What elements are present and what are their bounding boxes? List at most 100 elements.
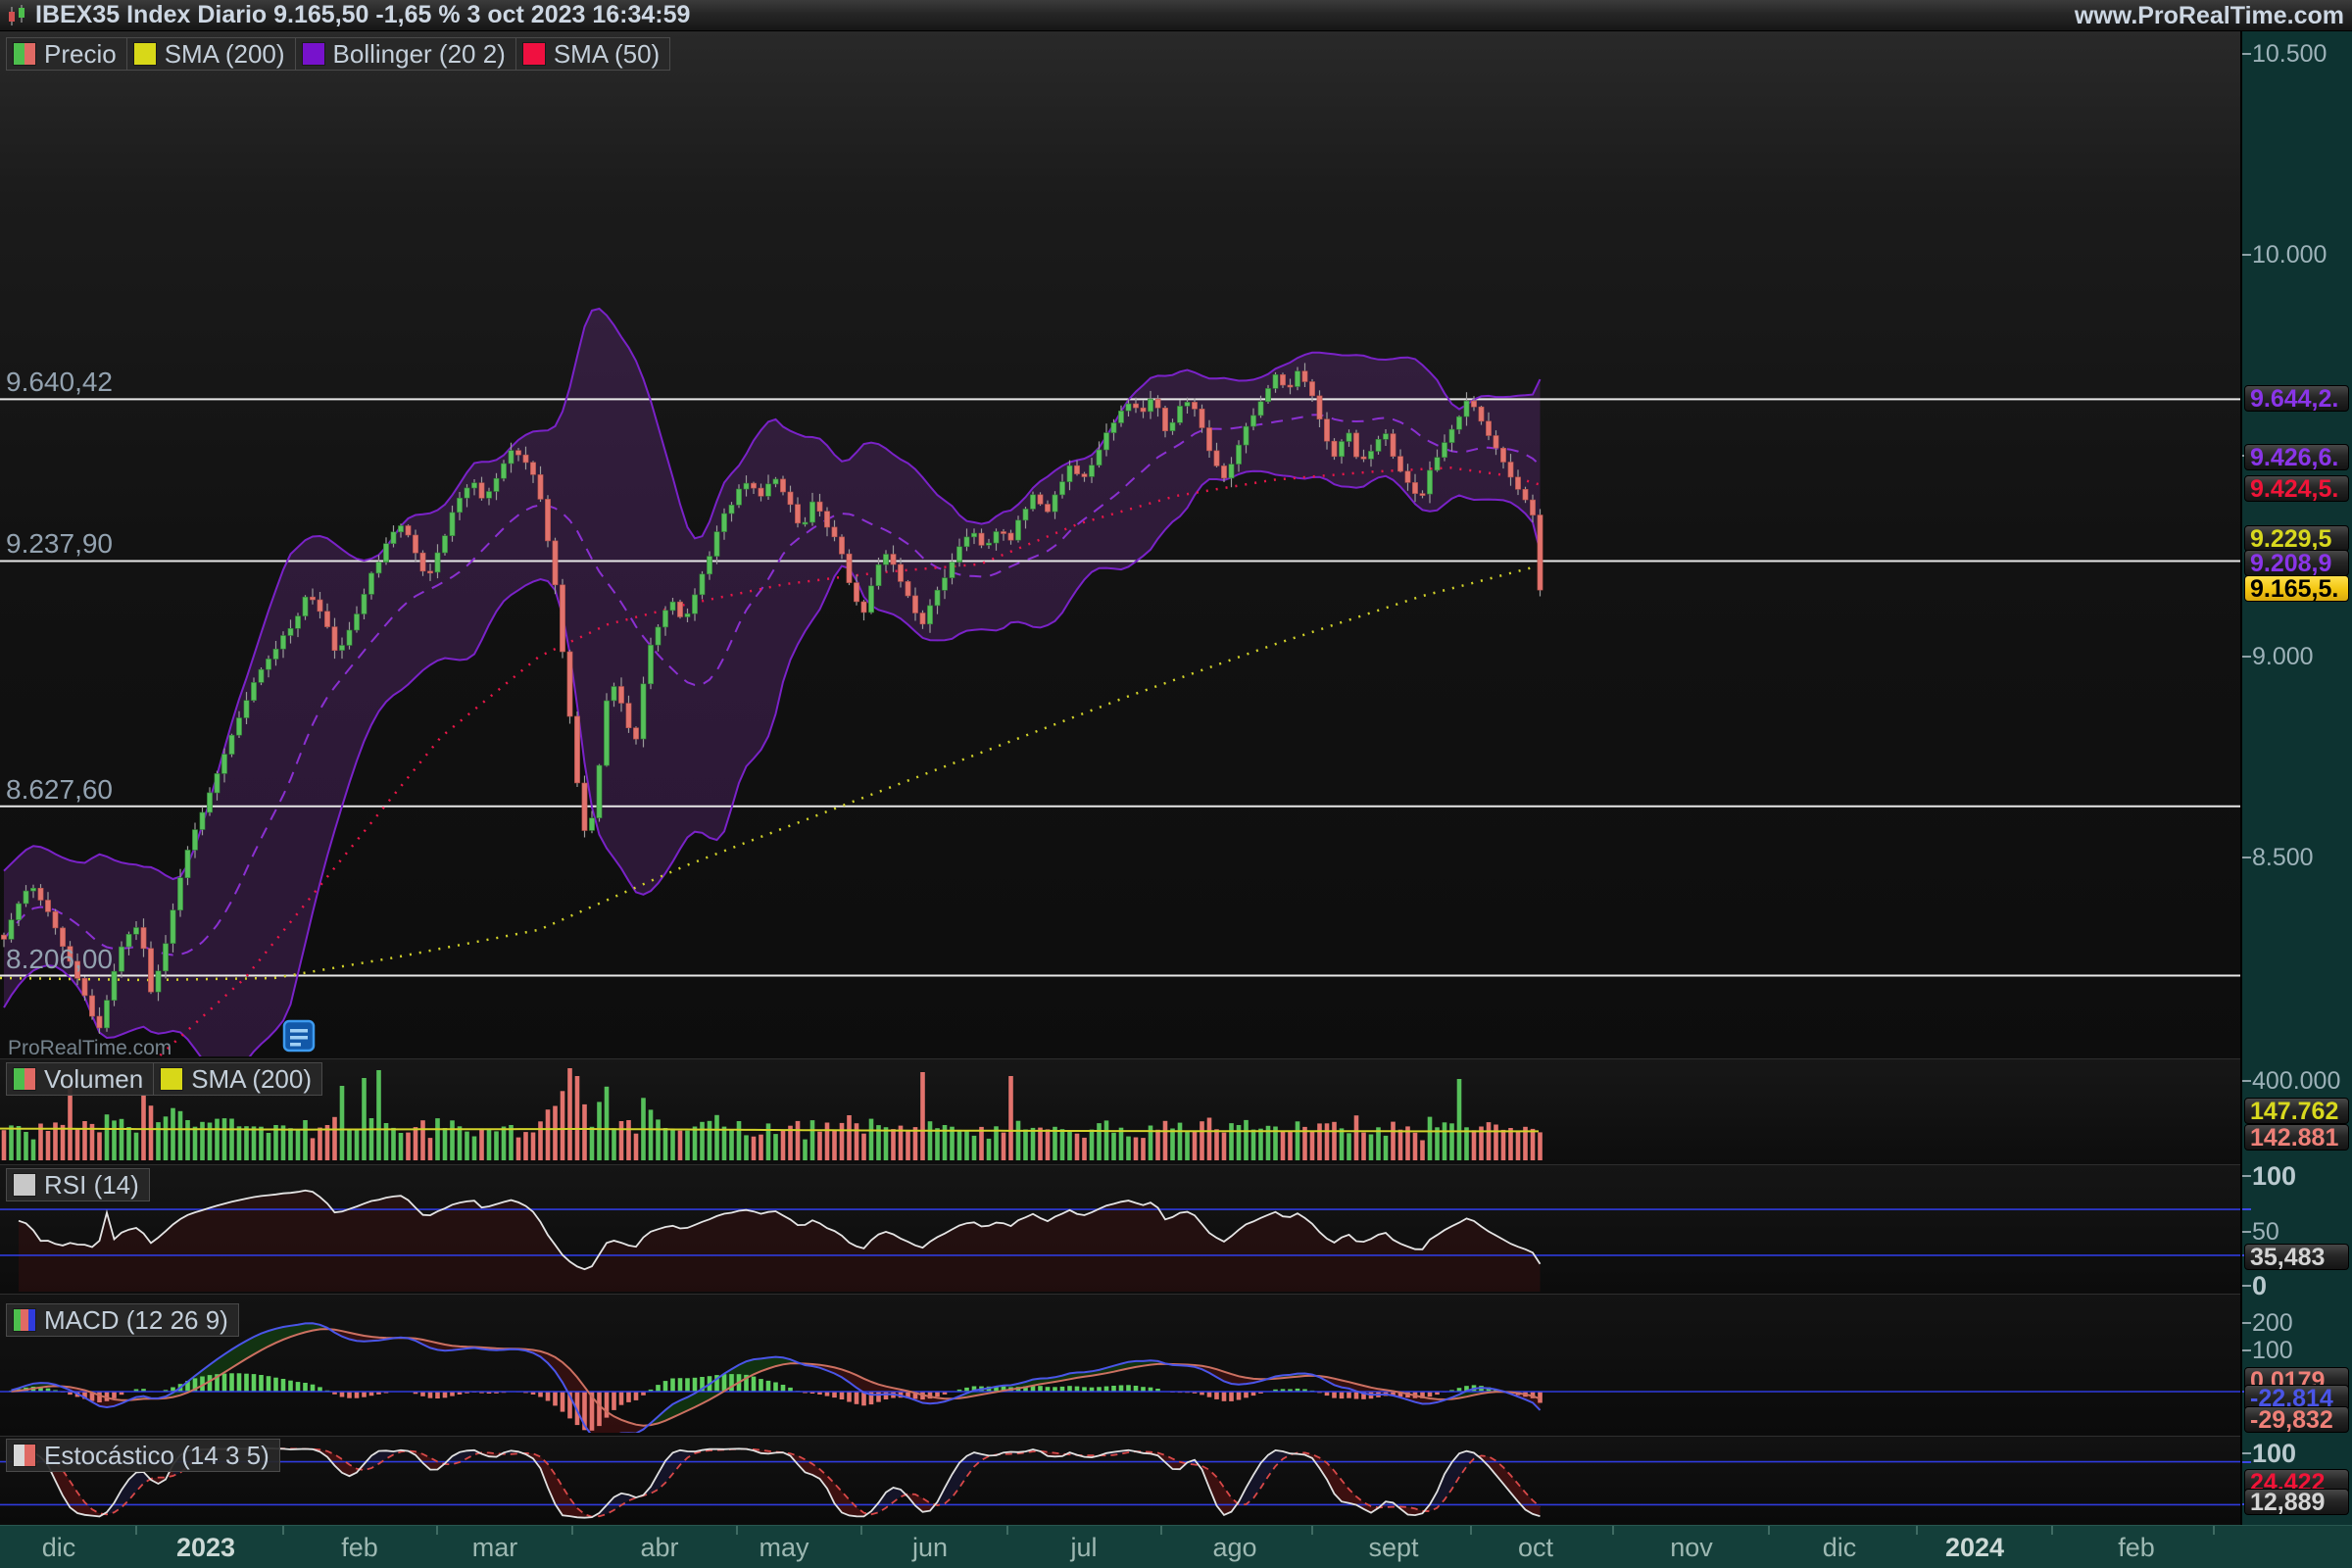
yellow-swatch-icon xyxy=(160,1067,183,1091)
price-axis[interactable]: 10.50010.0009.5009.0008.500400.000100500… xyxy=(2240,31,2352,1525)
time-axis-label: 2023 xyxy=(176,1533,235,1563)
volume-bar xyxy=(156,1122,161,1160)
volume-bar xyxy=(2,1130,7,1160)
volume-bar xyxy=(1046,1129,1051,1160)
legend-chip-bollinger-20-2-[interactable]: Bollinger (20 2) xyxy=(295,37,516,71)
red-swatch-icon xyxy=(522,42,546,66)
volume-bar xyxy=(714,1115,719,1160)
macd-histogram-bar xyxy=(773,1383,778,1393)
axis-tick-mark xyxy=(2242,1080,2251,1082)
volume-bar xyxy=(972,1136,977,1160)
axis-price-tag-salmon: -29,832 xyxy=(2244,1406,2349,1433)
legend-label: SMA (200) xyxy=(165,39,285,70)
volume-bar xyxy=(171,1108,175,1160)
macd-histogram-bar xyxy=(1111,1386,1116,1392)
legend-chip-sma-200-[interactable]: SMA (200) xyxy=(153,1062,322,1096)
time-axis-tick xyxy=(2051,1526,2053,1535)
legend-label: Bollinger (20 2) xyxy=(333,39,506,70)
macd-histogram-bar xyxy=(435,1392,440,1398)
axis-level-mark xyxy=(2242,1461,2251,1463)
volume-bar xyxy=(428,1138,433,1160)
volume-bar xyxy=(987,1139,992,1160)
volume-bar xyxy=(825,1123,830,1161)
volume-bar xyxy=(126,1127,131,1160)
macd-histogram-bar xyxy=(347,1392,352,1398)
axis-tick-mark xyxy=(2242,1349,2251,1351)
volume-bar xyxy=(1443,1122,1447,1160)
time-axis-tick xyxy=(436,1526,438,1535)
volume-bar xyxy=(759,1135,763,1160)
green-red-blue-swatch-icon xyxy=(13,1308,36,1332)
green-red-swatch-icon xyxy=(13,1067,36,1091)
volume-bar xyxy=(1097,1123,1102,1160)
time-axis-tick xyxy=(1916,1526,1918,1535)
macd-histogram-bar xyxy=(1347,1392,1351,1398)
time-axis[interactable]: dic2023febmarabrmayjunjulagoseptoctnovdi… xyxy=(0,1525,2352,1568)
macd-histogram-bar xyxy=(766,1381,771,1392)
macd-histogram-bar xyxy=(296,1382,301,1392)
time-axis-label: jun xyxy=(912,1533,948,1563)
volume-bar xyxy=(479,1130,484,1160)
axis-price-tag-bollinger-lower: 9.208,9 xyxy=(2244,550,2349,576)
volume-bar xyxy=(803,1140,808,1160)
macd-histogram-bar xyxy=(259,1375,264,1392)
volume-bar xyxy=(1155,1130,1160,1160)
axis-price-tag-bollinger-upper: 9.644,2. xyxy=(2244,385,2349,412)
macd-histogram-bar xyxy=(1126,1385,1131,1392)
macd-histogram-bar xyxy=(443,1392,448,1397)
volume-bar xyxy=(1229,1123,1234,1160)
volume-bar xyxy=(561,1091,565,1160)
volume-bar xyxy=(1119,1128,1124,1160)
volume-bar xyxy=(1449,1123,1454,1160)
volume-bar xyxy=(1384,1136,1389,1160)
time-axis-tick xyxy=(282,1526,284,1535)
volume-bar xyxy=(1178,1123,1183,1160)
macd-histogram-bar xyxy=(847,1392,852,1402)
rsi-fill xyxy=(19,1191,1541,1292)
macd-histogram-bar xyxy=(670,1379,675,1393)
volume-bar xyxy=(9,1125,14,1160)
axis-tick-label: 200 xyxy=(2252,1310,2350,1336)
volume-bar xyxy=(318,1128,322,1160)
macd-histogram-bar xyxy=(663,1381,668,1392)
prorealtime-window: IBEX35 Index Diario 9.165,50 -1,65 % 3 o… xyxy=(0,0,2352,1568)
axis-tick-mark xyxy=(2242,1322,2251,1324)
volume-bar xyxy=(884,1127,889,1160)
volume-bar xyxy=(1134,1138,1139,1161)
legend-chip-sma-200-[interactable]: SMA (200) xyxy=(126,37,296,71)
volume-bar xyxy=(120,1119,124,1160)
volume-bar xyxy=(1222,1133,1227,1160)
volume-bar xyxy=(722,1127,727,1160)
volume-bar xyxy=(31,1140,36,1160)
rsi-pane-graphics xyxy=(0,1191,2240,1292)
volume-bar xyxy=(1325,1123,1330,1160)
volume-bar xyxy=(17,1126,22,1160)
volume-bar xyxy=(649,1109,654,1160)
volume-bar xyxy=(141,1096,146,1160)
news-note-icon[interactable] xyxy=(282,1019,316,1053)
volume-bar xyxy=(1332,1122,1337,1160)
volume-bar xyxy=(1023,1130,1028,1161)
volume-bar xyxy=(538,1121,543,1160)
volume-bar xyxy=(435,1118,440,1160)
legend-chip-estoc-stico-14-3-5-[interactable]: Estocástico (14 3 5) xyxy=(6,1439,280,1472)
macd-histogram-bar xyxy=(561,1392,565,1412)
volume-bar xyxy=(979,1127,984,1160)
legend-chip-rsi-14-[interactable]: RSI (14) xyxy=(6,1168,150,1201)
macd-histogram-bar xyxy=(597,1392,602,1426)
volume-bar xyxy=(869,1119,874,1160)
volume-bar xyxy=(1067,1130,1072,1160)
volume-bar xyxy=(1354,1115,1359,1160)
axis-tick-label: 8.500 xyxy=(2252,845,2350,870)
legend-chip-sma-50-[interactable]: SMA (50) xyxy=(515,37,670,71)
volume-bar xyxy=(847,1115,852,1160)
axis-tick-mark xyxy=(2242,1231,2251,1233)
legend-chip-precio[interactable]: Precio xyxy=(6,37,127,71)
volume-bar xyxy=(487,1129,492,1160)
legend-chip-macd-12-26-9-[interactable]: MACD (12 26 9) xyxy=(6,1303,239,1337)
macd-histogram-bar xyxy=(1214,1392,1219,1399)
volume-bar xyxy=(1457,1079,1462,1160)
volume-bar xyxy=(1317,1123,1322,1160)
macd-histogram-bar xyxy=(626,1392,631,1402)
legend-chip-volumen[interactable]: Volumen xyxy=(6,1062,154,1096)
